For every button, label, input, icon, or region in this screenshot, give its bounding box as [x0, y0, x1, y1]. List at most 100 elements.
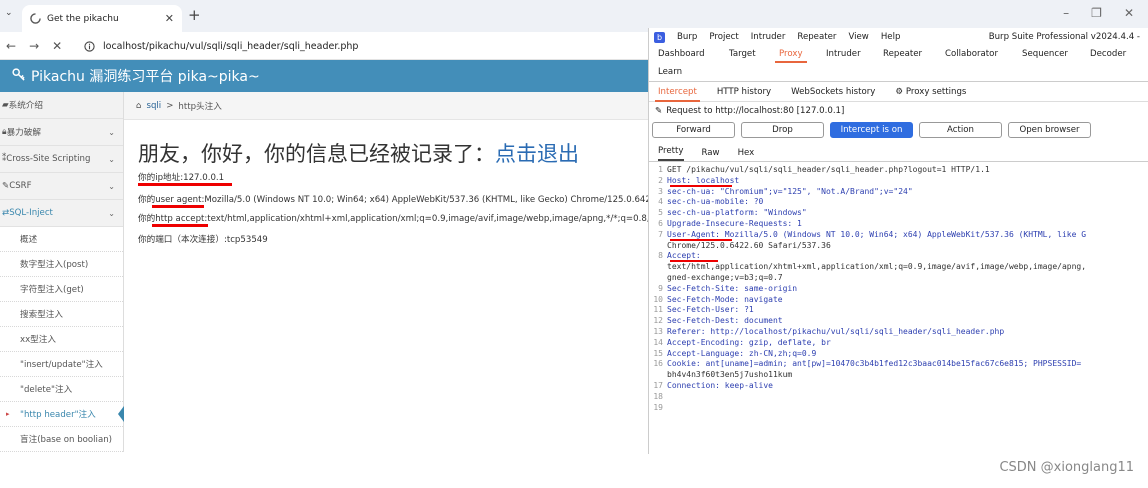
request-line: text/html,application/xhtml+xml,applicat…: [649, 262, 1148, 273]
submenu-overview[interactable]: 概述: [0, 227, 123, 252]
tab-search-icon[interactable]: ⌄: [5, 8, 13, 18]
submenu-boolean-blind[interactable]: 盲注(base on boolian): [0, 427, 123, 452]
browser-tab[interactable]: Get the pikachu ✕: [22, 5, 182, 32]
request-line: 6 Upgrade-Insecure-Requests: 1: [649, 219, 1148, 230]
forward-button[interactable]: Forward: [652, 122, 735, 138]
menu-project[interactable]: Project: [709, 32, 738, 42]
address-bar: ← → ✕ localhost/pikachu/vul/sqli/sqli_he…: [0, 32, 650, 60]
submenu-http-header[interactable]: ▸ "http header"注入: [0, 402, 124, 427]
tab-sequencer[interactable]: Sequencer: [1022, 49, 1068, 59]
desktop-icon: ▰: [2, 100, 9, 110]
chevron-down-icon: ⌄: [108, 208, 115, 218]
request-line: Chrome/125.0.6422.60 Safari/537.36: [649, 241, 1148, 252]
logout-link[interactable]: 点击退出: [495, 142, 579, 166]
sidebar-item-csrf[interactable]: ✎ CSRF ⌄: [0, 173, 123, 200]
burp-window: b Burp Project Intruder Repeater View He…: [648, 28, 1148, 454]
close-window-icon[interactable]: ✕: [1124, 6, 1134, 20]
subtab-proxy-settings[interactable]: ⚙ Proxy settings: [895, 87, 966, 97]
sidebar-item-sqli[interactable]: ⇄ SQL-Inject ⌄: [0, 200, 123, 227]
new-tab-icon[interactable]: +: [188, 6, 201, 24]
menu-intruder[interactable]: Intruder: [751, 32, 786, 42]
line-number: 7: [658, 229, 663, 239]
tab-dashboard[interactable]: Dashboard: [658, 49, 705, 59]
submenu-xx[interactable]: xx型注入: [0, 327, 123, 352]
subtab-websockets-history[interactable]: WebSockets history: [791, 87, 875, 97]
submenu-label: "delete"注入: [20, 385, 73, 395]
message-view-tabs: Pretty Raw Hex: [649, 142, 1148, 162]
highlight-underline: [670, 260, 718, 263]
tab-learn[interactable]: Learn: [658, 67, 682, 77]
breadcrumb-link[interactable]: sqli: [146, 101, 161, 111]
line-number: 14: [653, 337, 663, 347]
site-info-icon[interactable]: [84, 40, 95, 52]
site-title[interactable]: Pikachu 漏洞练习平台 pika~pika~: [31, 66, 260, 86]
line-number: 12: [653, 316, 663, 326]
action-button[interactable]: Action: [919, 122, 1002, 138]
request-line: 19: [649, 403, 1148, 414]
request-line: 16 Cookie: ant[uname]=admin; ant[pw]=1047…: [649, 359, 1148, 370]
subtab-http-history[interactable]: HTTP history: [717, 87, 771, 97]
submenu-search[interactable]: 搜索型注入: [0, 302, 123, 327]
sidebar-item-xss[interactable]: ⁑ Cross-Site Scripting ⌄: [0, 146, 123, 173]
subtab-intercept[interactable]: Intercept: [655, 87, 700, 102]
view-tab-pretty[interactable]: Pretty: [658, 146, 684, 161]
request-line: 15 Accept-Language: zh-CN,zh;q=0.9: [649, 349, 1148, 360]
restore-icon[interactable]: ❐: [1091, 6, 1102, 20]
sidebar-item-bruteforce[interactable]: 🔒︎ 暴力破解 ⌄: [0, 119, 123, 146]
line-number: 5: [658, 208, 663, 218]
submenu-delete[interactable]: "delete"注入: [0, 377, 123, 402]
back-icon[interactable]: ←: [6, 39, 16, 53]
menu-help[interactable]: Help: [881, 32, 901, 42]
submenu-label: xx型注入: [20, 335, 56, 345]
tab-intruder[interactable]: Intruder: [826, 49, 861, 59]
open-browser-button[interactable]: Open browser: [1008, 122, 1091, 138]
tab-proxy[interactable]: Proxy: [775, 49, 807, 63]
line-number: [649, 370, 667, 381]
menu-burp[interactable]: Burp: [677, 32, 697, 42]
line-number: 4: [658, 197, 663, 207]
info-ip: 你的ip地址:127.0.0.1: [138, 173, 225, 183]
gear-icon: ⚙: [895, 86, 904, 97]
request-line: 17 Connection: keep-alive: [649, 381, 1148, 392]
submenu-numeric-post[interactable]: 数字型注入(post): [0, 252, 123, 277]
drop-button[interactable]: Drop: [741, 122, 824, 138]
line-number: 11: [653, 305, 663, 315]
request-line: bh4v4n3f60t3en5j7usho11kum: [649, 370, 1148, 381]
tab-repeater[interactable]: Repeater: [883, 49, 922, 59]
tab-collaborator[interactable]: Collaborator: [945, 49, 998, 59]
url-text: localhost/pikachu/vul/sqli/sqli_header/s…: [103, 40, 359, 52]
minimize-icon[interactable]: –: [1063, 6, 1069, 20]
request-line: 11 Sec-Fetch-User: ?1: [649, 305, 1148, 316]
menu-repeater[interactable]: Repeater: [797, 32, 836, 42]
line-text: sec-ch-ua-platform: "Windows": [667, 208, 807, 218]
burp-tool-tabs: Dashboard Target Proxy Intruder Repeater…: [649, 46, 1148, 82]
submenu-insert-update[interactable]: "insert/update"注入: [0, 352, 123, 377]
heading-text: 朋友，你好，你的信息已经被记录了：: [138, 142, 495, 166]
line-number: [649, 262, 667, 273]
submenu-label: 盲注(base on boolian): [20, 435, 113, 445]
chevron-down-icon: ⌄: [108, 154, 115, 164]
url-field[interactable]: localhost/pikachu/vul/sqli/sqli_header/s…: [80, 36, 646, 56]
submenu-string-get[interactable]: 字符型注入(get): [0, 277, 123, 302]
request-editor[interactable]: 1 GET /pikachu/vul/sqli/sqli_header/sqli_…: [649, 162, 1148, 413]
view-tab-raw[interactable]: Raw: [702, 148, 720, 161]
intercept-toggle-button[interactable]: Intercept is on: [830, 122, 913, 138]
menu-view[interactable]: View: [848, 32, 868, 42]
submenu-label: 字符型注入(get): [20, 285, 84, 295]
sidebar-label: CSRF: [9, 181, 32, 191]
request-line: 4 sec-ch-ua-mobile: ?0: [649, 197, 1148, 208]
request-line: 14 Accept-Encoding: gzip, deflate, br: [649, 338, 1148, 349]
line-text: gned-exchange;v=b3;q=0.7: [667, 272, 783, 282]
breadcrumb-current: http头注入: [178, 101, 222, 112]
tab-close-icon[interactable]: ✕: [165, 12, 174, 25]
chevron-down-icon: ⌄: [108, 127, 115, 137]
request-line: 10 Sec-Fetch-Mode: navigate: [649, 295, 1148, 306]
stop-icon[interactable]: ✕: [52, 39, 62, 53]
tab-target[interactable]: Target: [729, 49, 756, 59]
sidebar-item-intro[interactable]: ▰ 系统介绍: [0, 92, 123, 119]
tab-decoder[interactable]: Decoder: [1090, 49, 1126, 59]
line-text: sec-ch-ua: "Chromium";v="125", "Not.A/Br…: [667, 186, 913, 196]
view-tab-hex[interactable]: Hex: [738, 148, 755, 161]
forward-icon[interactable]: →: [29, 39, 39, 53]
home-icon[interactable]: ⌂: [136, 101, 141, 111]
